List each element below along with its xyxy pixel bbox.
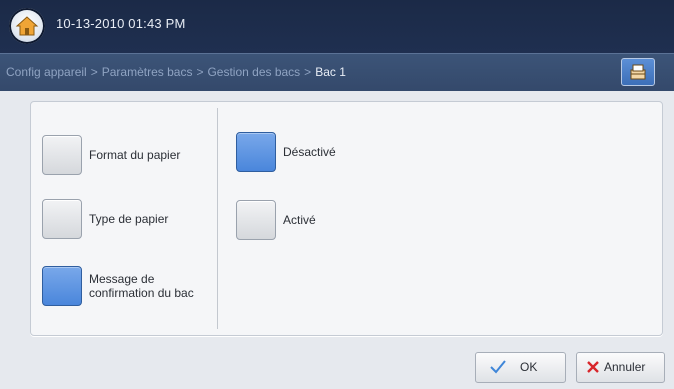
radio[interactable] xyxy=(236,200,276,240)
breadcrumb-separator: > xyxy=(196,65,204,79)
radio-selected[interactable] xyxy=(236,132,276,172)
checkbox[interactable] xyxy=(42,199,82,239)
ok-label: OK xyxy=(520,360,538,374)
breadcrumb-separator: > xyxy=(90,65,98,79)
breadcrumb-bar: Config appareil > Paramètres bacs > Gestion … xyxy=(0,53,674,91)
cancel-button[interactable]: Annuler xyxy=(576,352,665,383)
tray-icon xyxy=(630,64,646,80)
home-button[interactable] xyxy=(9,8,45,44)
option-label: Désactivé xyxy=(283,145,336,159)
breadcrumb-item-parametres[interactable]: Paramètres bacs xyxy=(102,65,193,79)
panel-divider xyxy=(217,108,218,329)
menu-item-paper-type[interactable]: Type de papier xyxy=(42,199,212,239)
cancel-label: Annuler xyxy=(604,360,646,374)
menu-item-tray-confirmation[interactable]: Message de confirmation du bac xyxy=(42,266,212,306)
datetime-display: 10-13-2010 01:43 PM xyxy=(56,16,186,31)
ok-button[interactable]: OK xyxy=(475,352,566,383)
home-icon xyxy=(15,16,39,36)
option-enabled[interactable]: Activé xyxy=(236,200,396,240)
close-icon xyxy=(587,361,599,373)
breadcrumb-item-gestion[interactable]: Gestion des bacs xyxy=(207,65,300,79)
menu-item-label: Format du papier xyxy=(89,148,181,162)
checkbox-selected[interactable] xyxy=(42,266,82,306)
breadcrumb-separator: > xyxy=(304,65,312,79)
top-bar: 10-13-2010 01:43 PM xyxy=(0,0,674,53)
menu-item-label-line2: confirmation du bac xyxy=(89,286,194,300)
menu-item-label: Type de papier xyxy=(89,212,169,226)
tray-status-button[interactable] xyxy=(621,58,655,86)
option-disabled[interactable]: Désactivé xyxy=(236,132,396,172)
breadcrumb-item-current: Bac 1 xyxy=(315,65,346,79)
breadcrumb-item-config[interactable]: Config appareil xyxy=(6,65,87,79)
check-icon xyxy=(490,360,506,374)
option-label: Activé xyxy=(283,213,316,227)
settings-panel: Format du papier Type de papier Message … xyxy=(30,101,663,336)
breadcrumb: Config appareil > Paramètres bacs > Gestion … xyxy=(6,65,346,79)
menu-item-label: Message de confirmation du bac xyxy=(89,266,194,306)
menu-item-label-line1: Message de xyxy=(89,272,155,286)
checkbox[interactable] xyxy=(42,135,82,175)
menu-item-paper-size[interactable]: Format du papier xyxy=(42,135,212,175)
